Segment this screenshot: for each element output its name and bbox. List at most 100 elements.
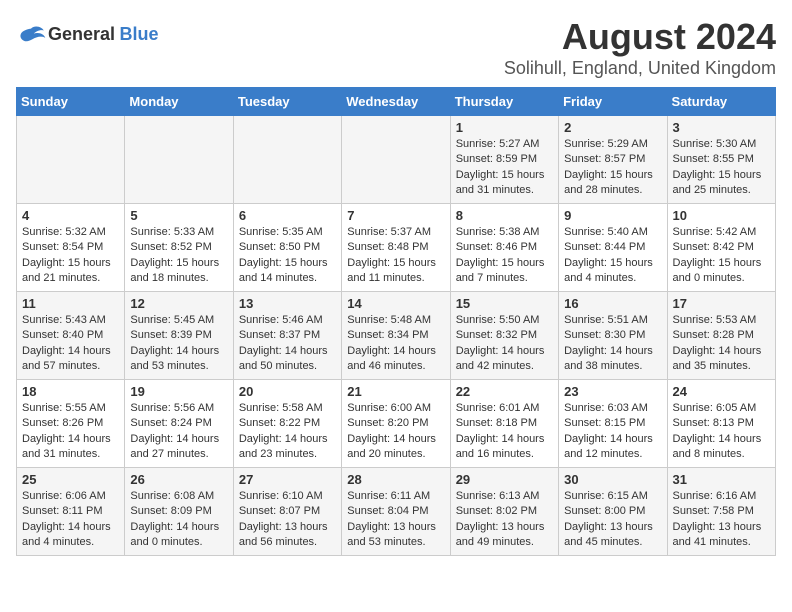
header-tuesday: Tuesday xyxy=(233,88,341,116)
day-number: 10 xyxy=(673,208,770,223)
day-info: Sunrise: 5:37 AM Sunset: 8:48 PM Dayligh… xyxy=(347,225,444,287)
day-number: 9 xyxy=(564,208,661,223)
day-info: Sunrise: 5:45 AM Sunset: 8:39 PM Dayligh… xyxy=(130,313,227,375)
calendar-cell: 25 Sunrise: 6:06 AM Sunset: 8:11 PM Dayli… xyxy=(17,468,125,556)
header: General Blue August 2024 Solihull, Engla… xyxy=(16,16,776,79)
day-number: 22 xyxy=(456,384,553,399)
calendar-cell: 12 Sunrise: 5:45 AM Sunset: 8:39 PM Dayli… xyxy=(125,292,233,380)
day-info: Sunrise: 5:30 AM Sunset: 8:55 PM Dayligh… xyxy=(673,137,770,199)
day-number: 11 xyxy=(22,296,119,311)
day-info: Sunrise: 6:13 AM Sunset: 8:02 PM Dayligh… xyxy=(456,489,553,551)
calendar-cell: 9 Sunrise: 5:40 AM Sunset: 8:44 PM Daylig… xyxy=(559,204,667,292)
calendar-cell: 5 Sunrise: 5:33 AM Sunset: 8:52 PM Daylig… xyxy=(125,204,233,292)
header-sunday: Sunday xyxy=(17,88,125,116)
calendar-cell: 28 Sunrise: 6:11 AM Sunset: 8:04 PM Dayli… xyxy=(342,468,450,556)
day-info: Sunrise: 6:00 AM Sunset: 8:20 PM Dayligh… xyxy=(347,401,444,463)
calendar-cell: 16Sunrise: 5:51 AM Sunset: 8:30 PM Dayli… xyxy=(559,292,667,380)
day-info: Sunrise: 5:32 AM Sunset: 8:54 PM Dayligh… xyxy=(22,225,119,287)
day-info: Sunrise: 5:58 AM Sunset: 8:22 PM Dayligh… xyxy=(239,401,336,463)
day-number: 18 xyxy=(22,384,119,399)
day-info: Sunrise: 6:10 AM Sunset: 8:07 PM Dayligh… xyxy=(239,489,336,551)
day-info: Sunrise: 5:46 AM Sunset: 8:37 PM Dayligh… xyxy=(239,313,336,375)
day-info: Sunrise: 6:11 AM Sunset: 8:04 PM Dayligh… xyxy=(347,489,444,551)
calendar-cell: 4 Sunrise: 5:32 AM Sunset: 8:54 PM Daylig… xyxy=(17,204,125,292)
week-row-1: 1 Sunrise: 5:27 AM Sunset: 8:59 PM Daylig… xyxy=(17,116,776,204)
week-row-2: 4 Sunrise: 5:32 AM Sunset: 8:54 PM Daylig… xyxy=(17,204,776,292)
calendar-cell: 20 Sunrise: 5:58 AM Sunset: 8:22 PM Dayli… xyxy=(233,380,341,468)
day-info: Sunrise: 5:27 AM Sunset: 8:59 PM Dayligh… xyxy=(456,137,553,199)
title-area: August 2024 Solihull, England, United Ki… xyxy=(504,16,776,79)
header-thursday: Thursday xyxy=(450,88,558,116)
day-number: 6 xyxy=(239,208,336,223)
page-subtitle: Solihull, England, United Kingdom xyxy=(504,58,776,79)
calendar-header-row: SundayMondayTuesdayWednesdayThursdayFrid… xyxy=(17,88,776,116)
day-info: Sunrise: 6:08 AM Sunset: 8:09 PM Dayligh… xyxy=(130,489,227,551)
day-number: 20 xyxy=(239,384,336,399)
calendar-cell xyxy=(233,116,341,204)
day-number: 19 xyxy=(130,384,227,399)
day-number: 26 xyxy=(130,472,227,487)
day-info: Sunrise: 5:43 AM Sunset: 8:40 PM Dayligh… xyxy=(22,313,119,375)
day-info: Sunrise: 5:29 AM Sunset: 8:57 PM Dayligh… xyxy=(564,137,661,199)
calendar-cell: 30 Sunrise: 6:15 AM Sunset: 8:00 PM Dayli… xyxy=(559,468,667,556)
calendar-cell: 10 Sunrise: 5:42 AM Sunset: 8:42 PM Dayli… xyxy=(667,204,775,292)
day-info: Sunrise: 5:53 AM Sunset: 8:28 PM Dayligh… xyxy=(673,313,770,375)
day-number: 16 xyxy=(564,296,661,311)
day-number: 31 xyxy=(673,472,770,487)
day-info: Sunrise: 5:50 AM Sunset: 8:32 PM Dayligh… xyxy=(456,313,553,375)
calendar-cell: 23 Sunrise: 6:03 AM Sunset: 8:15 PM Dayli… xyxy=(559,380,667,468)
day-number: 29 xyxy=(456,472,553,487)
day-info: Sunrise: 6:03 AM Sunset: 8:15 PM Dayligh… xyxy=(564,401,661,463)
day-info: Sunrise: 5:55 AM Sunset: 8:26 PM Dayligh… xyxy=(22,401,119,463)
header-saturday: Saturday xyxy=(667,88,775,116)
calendar-cell: 2 Sunrise: 5:29 AM Sunset: 8:57 PM Daylig… xyxy=(559,116,667,204)
day-number: 25 xyxy=(22,472,119,487)
day-number: 7 xyxy=(347,208,444,223)
logo-icon xyxy=(16,25,46,45)
day-number: 4 xyxy=(22,208,119,223)
calendar-cell: 26 Sunrise: 6:08 AM Sunset: 8:09 PM Dayli… xyxy=(125,468,233,556)
day-number: 12 xyxy=(130,296,227,311)
day-info: Sunrise: 6:16 AM Sunset: 7:58 PM Dayligh… xyxy=(673,489,770,551)
day-info: Sunrise: 5:42 AM Sunset: 8:42 PM Dayligh… xyxy=(673,225,770,287)
calendar-cell: 21 Sunrise: 6:00 AM Sunset: 8:20 PM Dayli… xyxy=(342,380,450,468)
day-info: Sunrise: 5:33 AM Sunset: 8:52 PM Dayligh… xyxy=(130,225,227,287)
week-row-5: 25 Sunrise: 6:06 AM Sunset: 8:11 PM Dayli… xyxy=(17,468,776,556)
calendar-cell: 3 Sunrise: 5:30 AM Sunset: 8:55 PM Daylig… xyxy=(667,116,775,204)
week-row-4: 18 Sunrise: 5:55 AM Sunset: 8:26 PM Dayli… xyxy=(17,380,776,468)
calendar-cell: 31 Sunrise: 6:16 AM Sunset: 7:58 PM Dayli… xyxy=(667,468,775,556)
day-info: Sunrise: 5:40 AM Sunset: 8:44 PM Dayligh… xyxy=(564,225,661,287)
day-info: Sunrise: 6:05 AM Sunset: 8:13 PM Dayligh… xyxy=(673,401,770,463)
day-number: 23 xyxy=(564,384,661,399)
logo: General Blue xyxy=(16,16,159,45)
day-number: 24 xyxy=(673,384,770,399)
header-monday: Monday xyxy=(125,88,233,116)
day-number: 28 xyxy=(347,472,444,487)
day-info: Sunrise: 6:06 AM Sunset: 8:11 PM Dayligh… xyxy=(22,489,119,551)
day-number: 30 xyxy=(564,472,661,487)
calendar-cell: 14Sunrise: 5:48 AM Sunset: 8:34 PM Dayli… xyxy=(342,292,450,380)
day-number: 13 xyxy=(239,296,336,311)
day-number: 2 xyxy=(564,120,661,135)
day-info: Sunrise: 6:01 AM Sunset: 8:18 PM Dayligh… xyxy=(456,401,553,463)
day-number: 1 xyxy=(456,120,553,135)
calendar-cell xyxy=(17,116,125,204)
day-info: Sunrise: 6:15 AM Sunset: 8:00 PM Dayligh… xyxy=(564,489,661,551)
day-number: 14 xyxy=(347,296,444,311)
calendar-table: SundayMondayTuesdayWednesdayThursdayFrid… xyxy=(16,87,776,556)
logo-blue-text: Blue xyxy=(120,24,159,44)
calendar-cell: 6Sunrise: 5:35 AM Sunset: 8:50 PM Daylig… xyxy=(233,204,341,292)
day-number: 5 xyxy=(130,208,227,223)
day-number: 3 xyxy=(673,120,770,135)
calendar-cell: 24 Sunrise: 6:05 AM Sunset: 8:13 PM Dayli… xyxy=(667,380,775,468)
header-wednesday: Wednesday xyxy=(342,88,450,116)
calendar-cell xyxy=(125,116,233,204)
logo-general-text: General xyxy=(48,24,115,44)
calendar-cell xyxy=(342,116,450,204)
calendar-cell: 19Sunrise: 5:56 AM Sunset: 8:24 PM Dayli… xyxy=(125,380,233,468)
day-number: 8 xyxy=(456,208,553,223)
calendar-cell: 18 Sunrise: 5:55 AM Sunset: 8:26 PM Dayli… xyxy=(17,380,125,468)
day-number: 15 xyxy=(456,296,553,311)
calendar-cell: 1 Sunrise: 5:27 AM Sunset: 8:59 PM Daylig… xyxy=(450,116,558,204)
day-number: 21 xyxy=(347,384,444,399)
